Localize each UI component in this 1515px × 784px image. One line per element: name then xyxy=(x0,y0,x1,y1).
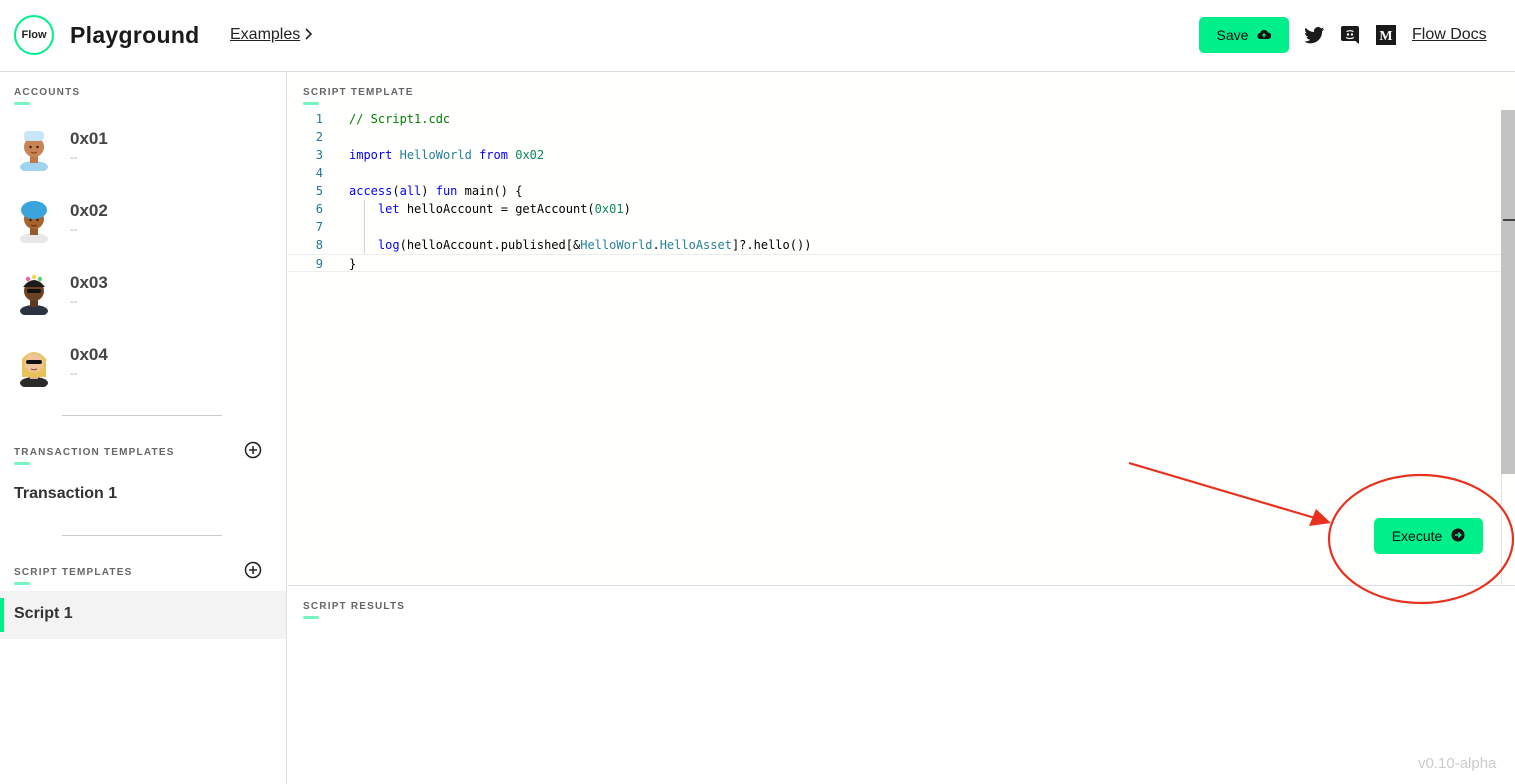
top-header: Flow Playground Examples Save M Flow Doc… xyxy=(0,0,1515,72)
arrow-right-circle-icon xyxy=(1451,528,1465,545)
line-number: 6 xyxy=(315,202,323,216)
script-item-label: Script 1 xyxy=(14,605,73,622)
line-number: 8 xyxy=(315,238,323,252)
execute-button[interactable]: Execute xyxy=(1374,518,1483,554)
account-address: 0x01 xyxy=(70,129,108,148)
account-balance: -- xyxy=(70,296,78,308)
line-number: 4 xyxy=(315,166,323,180)
code-line: 7 xyxy=(288,218,1501,236)
account-address: 0x02 xyxy=(70,201,108,220)
script-results-label: SCRIPT RESULTS xyxy=(303,601,406,619)
execute-label: Execute xyxy=(1391,528,1443,544)
line-number: 5 xyxy=(315,184,323,198)
script-item-selected[interactable]: Script 1 xyxy=(0,591,286,639)
line-number: 7 xyxy=(315,220,323,234)
script-templates-label: SCRIPT TEMPLATES xyxy=(14,567,133,585)
scrollbar-cursor-marker xyxy=(1503,219,1515,221)
transaction-templates-label: TRANSACTION TEMPLATES xyxy=(14,447,175,465)
flow-logo[interactable]: Flow xyxy=(14,15,54,55)
discord-icon[interactable] xyxy=(1339,24,1361,46)
avatar-icon xyxy=(20,201,48,243)
code-line: 8 log(helloAccount.published[&HelloWorld… xyxy=(288,236,1501,254)
sidebar: ACCOUNTS 0x01 -- 0x02 -- 0x03 -- 0x04 --… xyxy=(0,72,287,784)
editor-scrollbar[interactable] xyxy=(1501,110,1515,474)
account-address: 0x03 xyxy=(70,273,108,292)
code-line: 5 access(all) fun main() { xyxy=(288,182,1501,200)
twitter-icon[interactable] xyxy=(1303,24,1325,46)
account-item-0x03[interactable]: 0x03 -- xyxy=(0,271,286,343)
avatar-icon xyxy=(20,131,48,171)
add-script-icon[interactable] xyxy=(244,561,262,579)
indent-guide xyxy=(364,200,365,254)
section-divider xyxy=(62,535,222,536)
account-item-0x04[interactable]: 0x04 -- xyxy=(0,343,286,415)
code-line: 2 xyxy=(288,128,1501,146)
account-item-0x02[interactable]: 0x02 -- xyxy=(0,199,286,271)
line-number: 2 xyxy=(315,130,323,144)
avatar-icon xyxy=(20,352,48,387)
code-editor[interactable]: 1// Script1.cdc 2 3 import HelloWorld fro… xyxy=(288,110,1501,272)
line-number: 1 xyxy=(315,112,323,126)
transaction-item[interactable]: Transaction 1 xyxy=(14,485,117,503)
cloud-upload-icon xyxy=(1257,27,1272,43)
account-balance: -- xyxy=(70,152,78,164)
flow-docs-link[interactable]: Flow Docs xyxy=(1412,26,1487,44)
app-title: Playground xyxy=(70,22,200,48)
chevron-right-icon xyxy=(304,27,313,43)
accounts-section-label: ACCOUNTS xyxy=(14,87,81,105)
avatar-icon xyxy=(20,274,48,315)
code-line: 4 xyxy=(288,164,1501,182)
account-balance: -- xyxy=(70,224,78,236)
account-address: 0x04 xyxy=(70,345,108,364)
line-number: 9 xyxy=(315,257,323,271)
script-template-label: SCRIPT TEMPLATE xyxy=(303,87,414,105)
add-transaction-icon[interactable] xyxy=(244,441,262,459)
results-divider xyxy=(288,585,1515,586)
selection-indicator xyxy=(0,598,4,632)
code-line: 6 let helloAccount = getAccount(0x01) xyxy=(288,200,1501,218)
svg-text:M: M xyxy=(1379,29,1392,44)
save-label: Save xyxy=(1216,27,1249,43)
section-divider xyxy=(62,415,222,416)
account-balance: -- xyxy=(70,368,78,380)
scrollbar-track xyxy=(1501,474,1502,585)
account-item-0x01[interactable]: 0x01 -- xyxy=(0,127,286,199)
version-label: v0.10-alpha xyxy=(1418,755,1497,772)
save-button[interactable]: Save xyxy=(1199,17,1289,53)
code-line: 3 import HelloWorld from 0x02 xyxy=(288,146,1501,164)
examples-link[interactable]: Examples xyxy=(230,26,313,44)
examples-label: Examples xyxy=(230,26,301,43)
medium-icon[interactable]: M xyxy=(1375,24,1397,46)
code-line: 1// Script1.cdc xyxy=(288,110,1501,128)
line-number: 3 xyxy=(315,148,323,162)
code-line-active: 9} xyxy=(288,254,1501,272)
